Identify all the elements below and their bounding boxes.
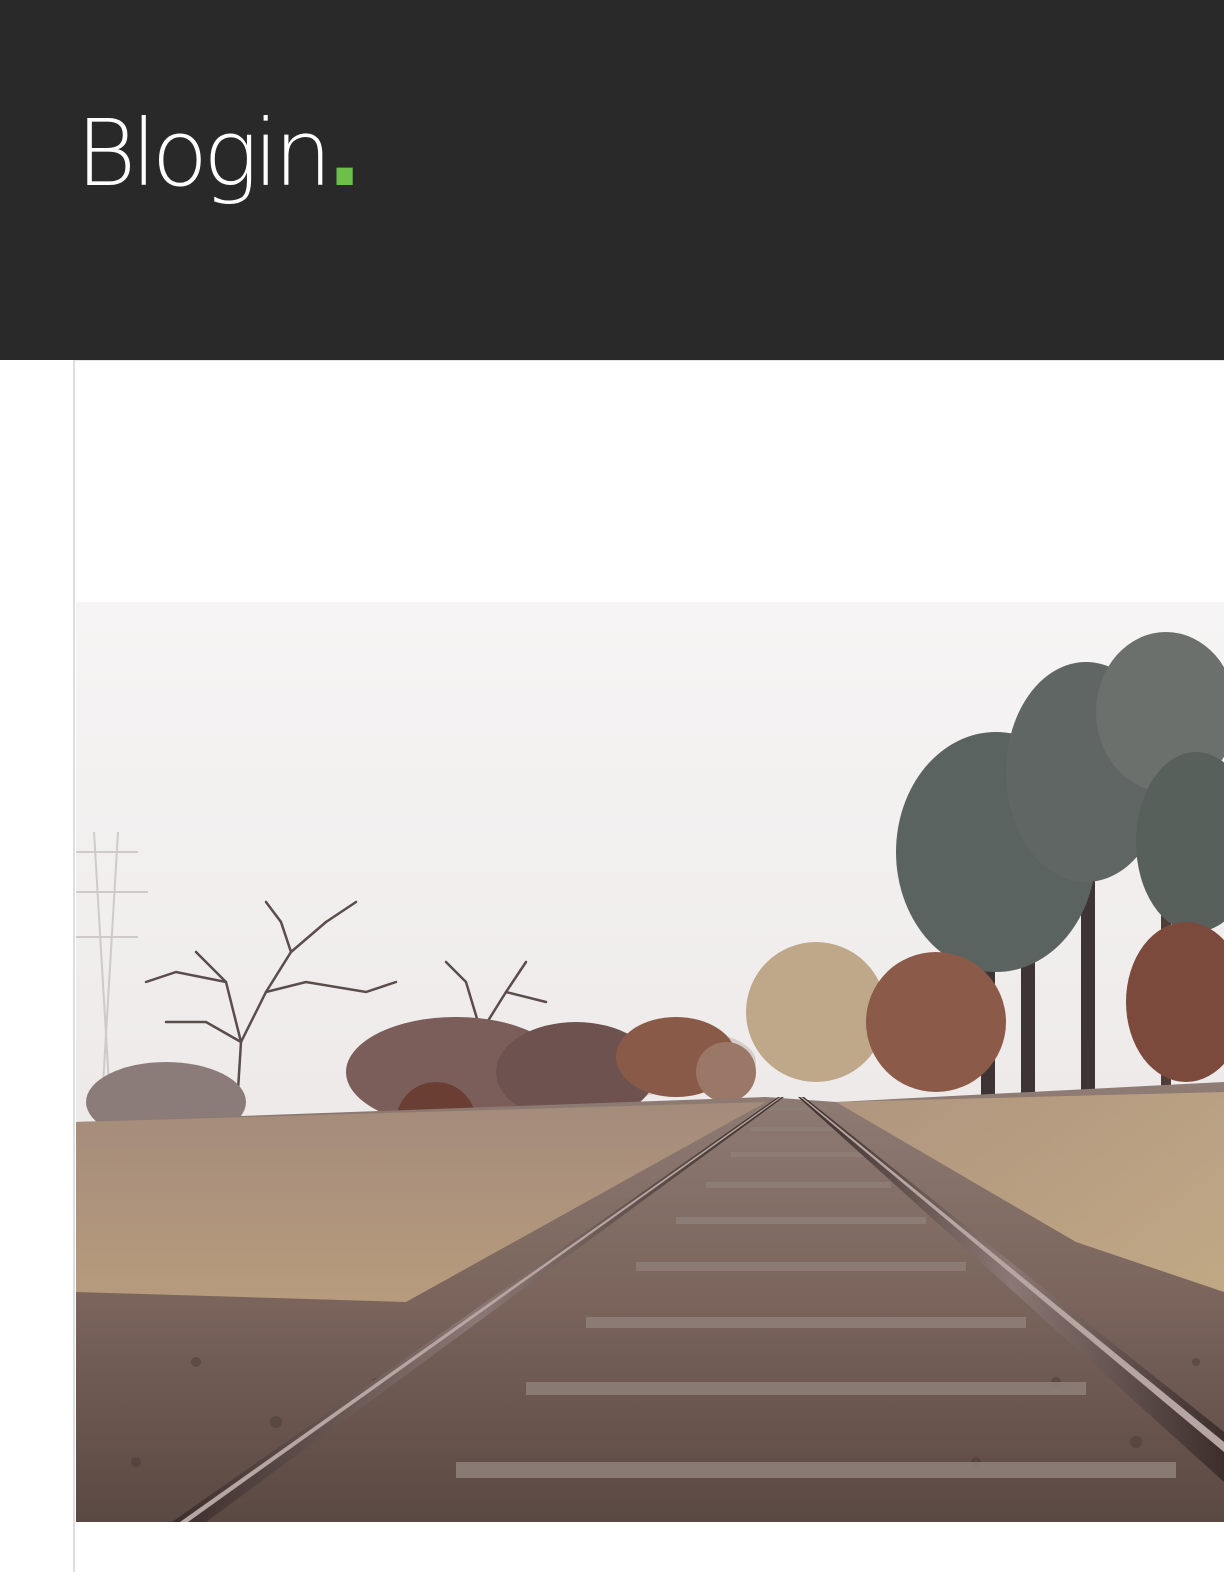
site-header: Blogin.: [0, 0, 1224, 360]
site-logo[interactable]: Blogin.: [76, 108, 362, 200]
logo-accent-dot: .: [327, 100, 363, 207]
featured-image[interactable]: [76, 602, 1224, 1522]
logo-text: Blogin: [76, 100, 332, 207]
railway-tracks-photo-icon: [76, 602, 1224, 1522]
